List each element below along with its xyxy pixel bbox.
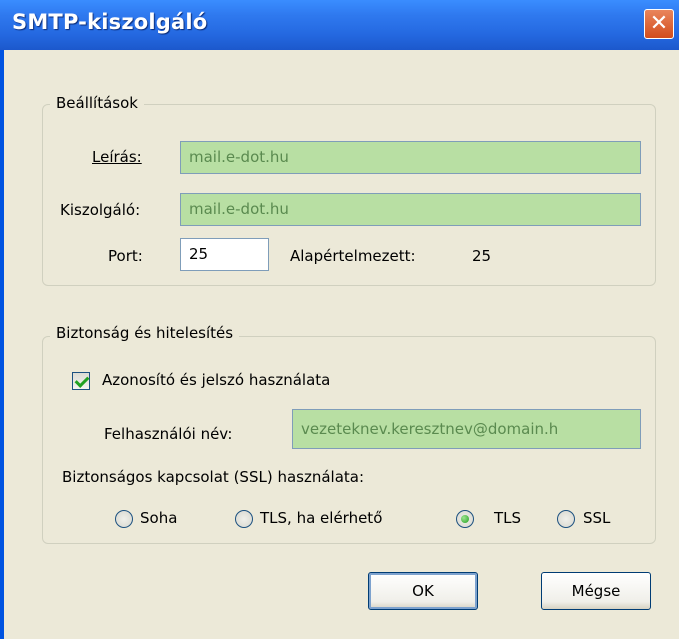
default-port-label: Alapértelmezett: bbox=[290, 247, 416, 265]
title-bar[interactable]: SMTP-kiszolgáló bbox=[0, 0, 679, 50]
use-credentials-label[interactable]: Azonosító és jelszó használata bbox=[102, 371, 330, 389]
window-frame-left bbox=[0, 50, 4, 639]
server-field[interactable]: mail.e-dot.hu bbox=[180, 193, 641, 226]
ssl-option-ssl-label[interactable]: SSL bbox=[583, 509, 610, 527]
default-port-value: 25 bbox=[472, 247, 492, 265]
ssl-option-tls-if-available-label[interactable]: TLS, ha elérhető bbox=[260, 509, 382, 527]
cancel-button[interactable]: Mégse bbox=[541, 572, 651, 610]
ssl-option-ssl-radio[interactable] bbox=[557, 510, 575, 528]
username-label: Felhasználói név: bbox=[104, 425, 233, 443]
ok-button[interactable]: OK bbox=[368, 572, 478, 610]
description-field[interactable]: mail.e-dot.hu bbox=[180, 141, 641, 174]
ssl-option-never-radio[interactable] bbox=[115, 510, 133, 528]
security-legend: Biztonság és hitelesítés bbox=[50, 324, 240, 342]
settings-legend: Beállítások bbox=[50, 94, 144, 112]
port-label: Port: bbox=[108, 247, 143, 265]
use-credentials-checkbox[interactable] bbox=[72, 372, 90, 390]
ssl-option-never-label[interactable]: Soha bbox=[140, 509, 177, 527]
server-label: Kiszolgáló: bbox=[60, 201, 141, 219]
port-field[interactable]: 25 bbox=[180, 238, 269, 271]
close-icon: ✕ bbox=[649, 11, 669, 36]
window-title: SMTP-kiszolgáló bbox=[12, 10, 208, 34]
ssl-option-tls-label[interactable]: TLS bbox=[494, 509, 521, 527]
username-field[interactable]: vezeteknev.keresztnev@domain.h bbox=[292, 409, 641, 449]
ssl-label: Biztonságos kapcsolat (SSL) használata: bbox=[62, 468, 365, 486]
ssl-option-tls-if-available-radio[interactable] bbox=[235, 510, 253, 528]
ssl-option-tls-radio[interactable] bbox=[456, 510, 474, 528]
description-label: Leírás: bbox=[92, 148, 142, 166]
close-button[interactable]: ✕ bbox=[644, 9, 674, 39]
